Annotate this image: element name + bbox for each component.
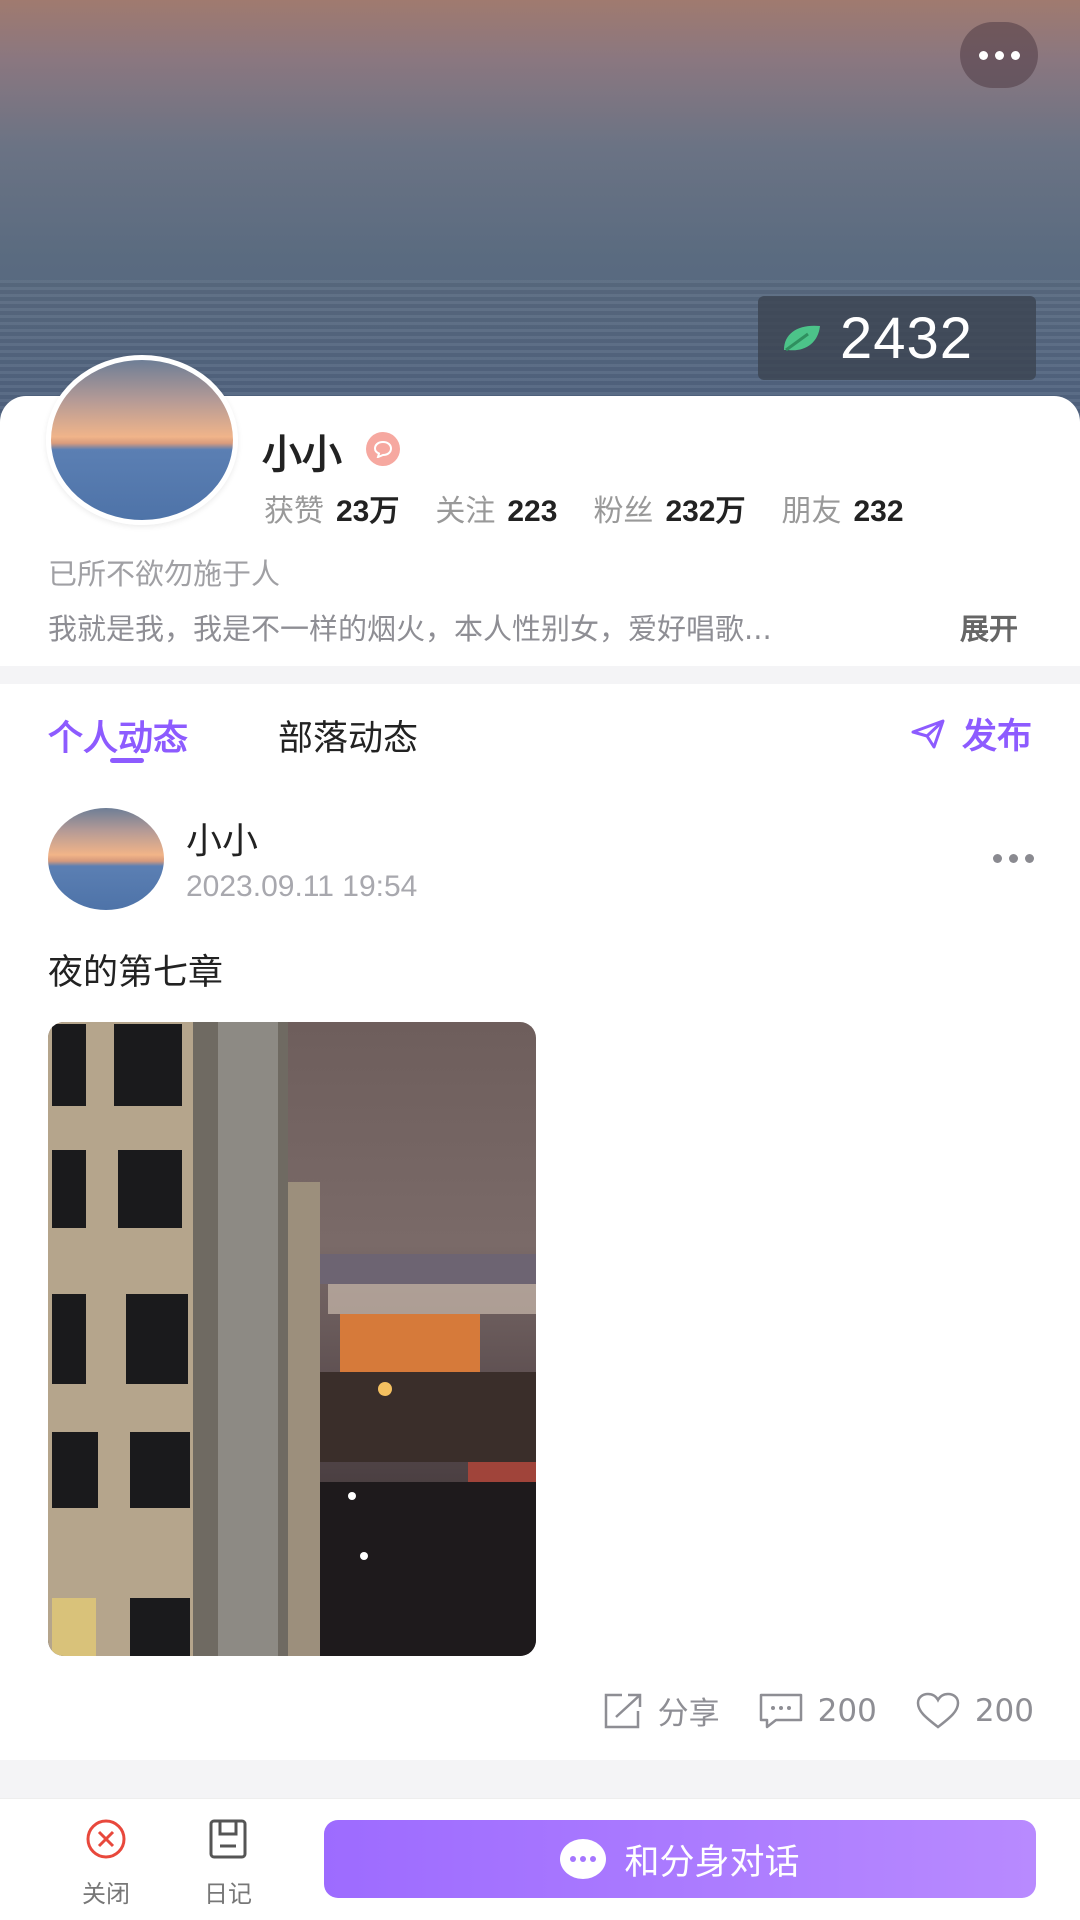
share-label: 分享 (657, 1696, 720, 1732)
score-badge[interactable]: 2432 (758, 296, 1036, 380)
diary-button[interactable]: 日记 (188, 1818, 268, 1909)
leaf-icon (780, 320, 824, 356)
stat-following[interactable]: 关注 223 (435, 486, 557, 530)
close-icon (85, 1818, 127, 1866)
publish-label: 发布 (961, 717, 1032, 757)
comment-count: 200 (817, 1692, 877, 1729)
close-label: 关闭 (82, 1880, 130, 1908)
chat-bubble-icon (560, 1839, 607, 1879)
stat-friends[interactable]: 朋友 232 (782, 486, 904, 530)
verified-badge-icon (366, 432, 400, 466)
signature: 已所不欲勿施于人 (48, 557, 281, 591)
like-button[interactable]: 200 (915, 1691, 1034, 1731)
chat-with-avatar-button[interactable]: 和分身对话 (324, 1820, 1036, 1898)
heart-icon (915, 1691, 961, 1731)
post-timestamp: 2023.09.11 19:54 (186, 870, 418, 903)
profile-stats: 获赞 23万 关注 223 粉丝 232万 朋友 232 (264, 486, 904, 530)
post-actions: 分享 200 200 (602, 1688, 1034, 1733)
publish-button[interactable]: 发布 (910, 708, 1032, 759)
more-options-button[interactable] (960, 22, 1038, 88)
post-more-icon[interactable] (993, 854, 1034, 863)
share-button[interactable]: 分享 (602, 1688, 720, 1733)
score-value: 2432 (840, 305, 974, 371)
active-tab-indicator (110, 758, 144, 763)
post-author-avatar[interactable] (48, 808, 164, 910)
comment-button[interactable]: 200 (758, 1692, 877, 1730)
comment-icon (758, 1692, 804, 1730)
tab-personal-posts[interactable]: 个人动态 (48, 710, 188, 761)
stat-likes[interactable]: 获赞 23万 (264, 486, 399, 530)
close-button[interactable]: 关闭 (66, 1818, 146, 1909)
diary-label: 日记 (204, 1880, 252, 1908)
diary-icon (208, 1818, 248, 1866)
tab-tribe-posts[interactable]: 部落动态 (278, 710, 418, 761)
post-photo[interactable] (48, 1022, 536, 1656)
post-text: 夜的第七章 (48, 953, 224, 993)
chat-button-label: 和分身对话 (624, 1842, 800, 1883)
post-author-name[interactable]: 小小 (186, 812, 258, 864)
bio-text: 我就是我，我是不一样的烟火，本人性别女，爱好唱歌... (48, 612, 772, 646)
stat-fans[interactable]: 粉丝 232万 (593, 486, 745, 530)
paper-plane-icon (910, 718, 946, 750)
like-count: 200 (974, 1692, 1034, 1729)
avatar[interactable] (46, 355, 238, 525)
share-icon (602, 1691, 644, 1731)
expand-bio-link[interactable]: 展开 (960, 606, 1018, 648)
user-name: 小小 (262, 432, 342, 478)
